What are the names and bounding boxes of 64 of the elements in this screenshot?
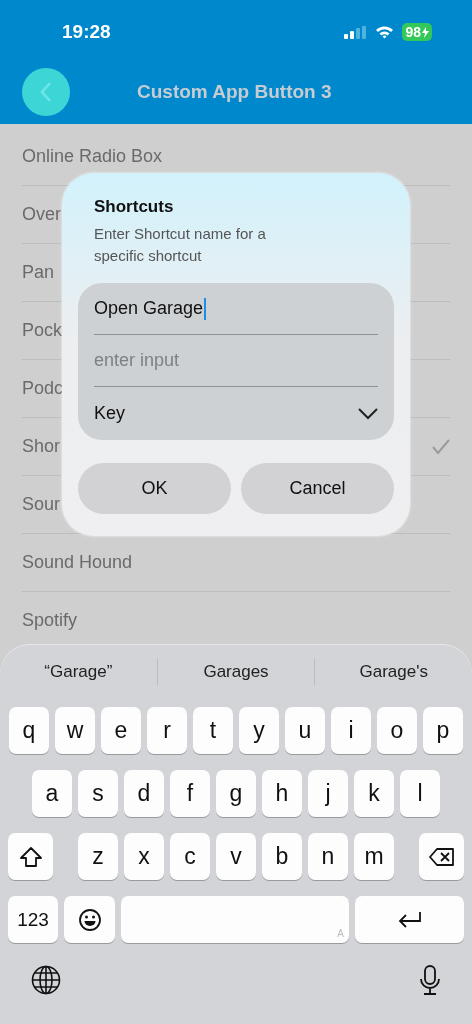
shift-icon bbox=[18, 845, 43, 868]
keyboard-key[interactable]: c bbox=[170, 833, 210, 880]
emoji-key[interactable] bbox=[64, 896, 115, 943]
wifi-icon bbox=[375, 25, 395, 39]
microphone-icon[interactable] bbox=[419, 965, 441, 996]
keyboard-key[interactable]: z bbox=[78, 833, 118, 880]
keyboard-key[interactable]: l bbox=[400, 770, 440, 817]
keyboard-key[interactable]: i bbox=[331, 707, 371, 754]
keyboard-key[interactable]: h bbox=[262, 770, 302, 817]
battery-indicator: 98 bbox=[402, 23, 432, 41]
dialog-message: Enter Shortcut name for a specific shortcut bbox=[94, 224, 267, 266]
keyboard-key[interactable]: o bbox=[377, 707, 417, 754]
keyboard-key[interactable]: u bbox=[285, 707, 325, 754]
delete-icon bbox=[428, 847, 455, 866]
keyboard-key[interactable]: d bbox=[124, 770, 164, 817]
keyboard-key[interactable]: v bbox=[216, 833, 256, 880]
suggestion[interactable]: Garages bbox=[156, 659, 315, 685]
keyboard-key[interactable]: f bbox=[170, 770, 210, 817]
dialog-title: Shortcuts bbox=[94, 197, 175, 217]
chevron-down-icon bbox=[358, 407, 378, 420]
emoji-icon bbox=[77, 907, 102, 932]
globe-icon[interactable] bbox=[31, 965, 61, 995]
list-item-label: Over bbox=[22, 204, 61, 225]
keyboard-key[interactable]: y bbox=[239, 707, 279, 754]
shift-key[interactable] bbox=[8, 833, 53, 880]
list-item-label: Pan bbox=[22, 262, 55, 283]
field-value: Open Garage bbox=[94, 298, 204, 319]
keyboard-key[interactable]: j bbox=[308, 770, 348, 817]
keyboard-key[interactable]: p bbox=[423, 707, 463, 754]
dialog-button[interactable]: Cancel bbox=[241, 463, 394, 514]
screen-title: Custom App Button 3 bbox=[137, 81, 332, 103]
list-item-label: Pock bbox=[22, 320, 63, 341]
list-item-label: Sound Hound bbox=[22, 552, 133, 573]
keyboard-key[interactable]: x bbox=[124, 833, 164, 880]
delete-key[interactable] bbox=[419, 833, 464, 880]
numbers-key[interactable]: 123 bbox=[8, 896, 58, 943]
input-field[interactable]: enter input bbox=[94, 350, 378, 371]
dropdown-value: Key bbox=[94, 403, 126, 424]
suggestion[interactable]: “Garage” bbox=[0, 659, 157, 685]
list-item-label: Shor bbox=[22, 436, 61, 457]
time: 19:28 bbox=[62, 20, 112, 43]
suggestion[interactable]: Garage's bbox=[314, 659, 472, 685]
keyboard-key[interactable]: g bbox=[216, 770, 256, 817]
list-item-label: Podc bbox=[22, 378, 64, 399]
keyboard-key[interactable]: e bbox=[101, 707, 141, 754]
keyboard-key[interactable]: q bbox=[9, 707, 49, 754]
list-item-label: Spotify bbox=[22, 610, 78, 631]
dialog-button[interactable]: OK bbox=[78, 463, 231, 514]
keyboard-key[interactable]: k bbox=[354, 770, 394, 817]
list-item-label: Sour bbox=[22, 494, 61, 515]
keyboard-key[interactable]: w bbox=[55, 707, 95, 754]
keyboard-key[interactable]: t bbox=[193, 707, 233, 754]
keyboard-key[interactable]: n bbox=[308, 833, 348, 880]
list-item-label: Online Radio Box bbox=[22, 146, 163, 167]
keyboard-key[interactable]: s bbox=[78, 770, 118, 817]
chevron-left-icon bbox=[39, 81, 53, 103]
keyboard-key[interactable]: b bbox=[262, 833, 302, 880]
keyboard-key[interactable]: m bbox=[354, 833, 394, 880]
text-field[interactable]: Open Garage bbox=[94, 283, 378, 335]
signal-icon bbox=[344, 25, 368, 39]
dropdown[interactable]: Key bbox=[94, 387, 378, 440]
keyboard-key[interactable]: r bbox=[147, 707, 187, 754]
keyboard-key[interactable]: a bbox=[32, 770, 72, 817]
return-icon bbox=[396, 909, 423, 930]
